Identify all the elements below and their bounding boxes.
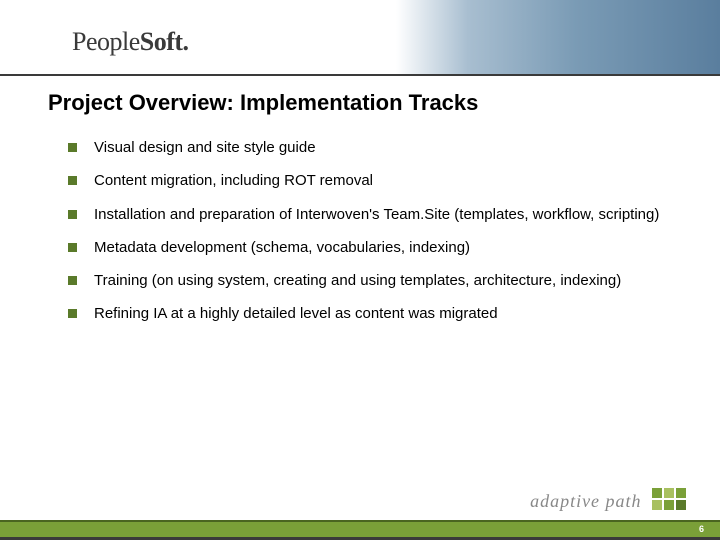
- header-underline: [0, 74, 720, 76]
- logo-part-thin: People: [72, 27, 140, 56]
- header-bar: PeopleSoft.: [0, 0, 720, 76]
- bottom-stripe: 6: [0, 520, 720, 540]
- bullet-list: Visual design and site style guide Conte…: [0, 116, 720, 325]
- bullet-item: Training (on using system, creating and …: [68, 271, 672, 291]
- adaptive-path-mark-icon: [652, 488, 692, 512]
- bullet-item: Installation and preparation of Interwov…: [68, 205, 672, 225]
- slide-title: Project Overview: Implementation Tracks: [0, 76, 720, 116]
- bullet-item: Content migration, including ROT removal: [68, 171, 672, 191]
- footer-brand-text: adaptive path: [530, 491, 641, 512]
- logo-part-bold: Soft.: [140, 27, 189, 56]
- page-number: 6: [699, 524, 704, 534]
- bullet-item: Metadata development (schema, vocabulari…: [68, 238, 672, 258]
- peoplesoft-logo: PeopleSoft.: [72, 26, 189, 57]
- adaptive-path-logo: adaptive path: [530, 488, 692, 512]
- bullet-item: Visual design and site style guide: [68, 138, 672, 158]
- bullet-item: Refining IA at a highly detailed level a…: [68, 304, 672, 324]
